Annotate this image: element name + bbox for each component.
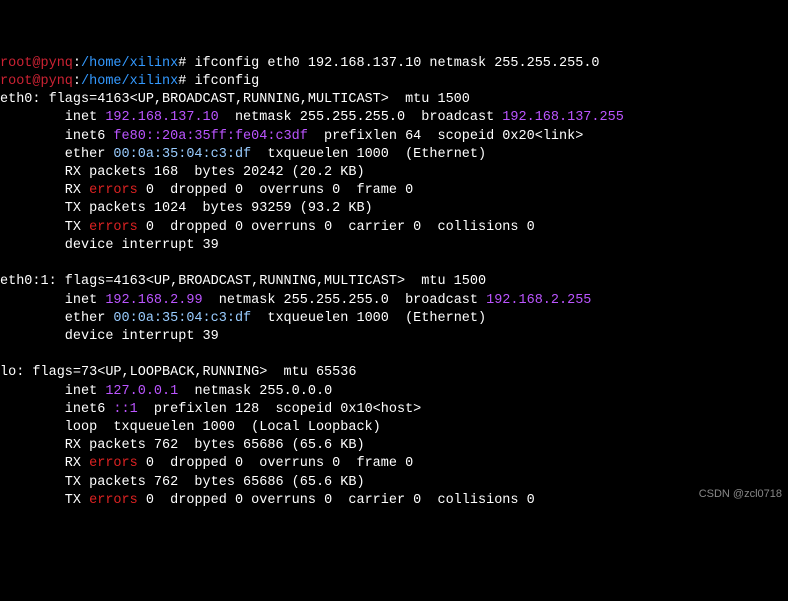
prompt-user: root@pynq <box>0 56 73 71</box>
rx-err-pre: RX <box>0 456 89 471</box>
prompt-hash: # <box>178 74 194 89</box>
tx-err-pre: TX <box>0 220 89 235</box>
rx-err-post: 0 dropped 0 overruns 0 frame 0 <box>138 456 413 471</box>
tx-packets: TX packets 762 bytes 65686 (65.6 KB) <box>0 475 365 490</box>
inet6-label: inet6 <box>0 402 113 417</box>
iface-flags: : flags=4163<UP,BROADCAST,RUNNING,MULTIC… <box>32 92 469 107</box>
ether-suffix: txqueuelen 1000 (Ethernet) <box>251 147 486 162</box>
inet-label: inet <box>0 110 105 125</box>
prompt-path: /home/xilinx <box>81 56 178 71</box>
netmask-text: netmask 255.0.0.0 <box>178 384 332 399</box>
inet-addr: 127.0.0.1 <box>105 384 178 399</box>
prompt-user: root@pynq <box>0 74 73 89</box>
iface-name: eth0:1 <box>0 274 49 289</box>
command-text: ifconfig eth0 192.168.137.10 netmask 255… <box>194 56 599 71</box>
tx-packets: TX packets 1024 bytes 93259 (93.2 KB) <box>0 201 373 216</box>
tx-err-post: 0 dropped 0 overruns 0 carrier 0 collisi… <box>138 220 535 235</box>
prompt-path: /home/xilinx <box>81 74 178 89</box>
prompt-colon: : <box>73 74 81 89</box>
ether-label: ether <box>0 147 113 162</box>
inet6-addr: fe80::20a:35ff:fe04:c3df <box>113 129 307 144</box>
inet6-suffix: prefixlen 64 scopeid 0x20<link> <box>308 129 583 144</box>
errors-word: errors <box>89 220 138 235</box>
errors-word: errors <box>89 183 138 198</box>
errors-word: errors <box>89 456 138 471</box>
inet-addr: 192.168.137.10 <box>105 110 218 125</box>
rx-err-pre: RX <box>0 183 89 198</box>
inet6-suffix: prefixlen 128 scopeid 0x10<host> <box>138 402 422 417</box>
loop-line: loop txqueuelen 1000 (Local Loopback) <box>0 420 381 435</box>
device-interrupt: device interrupt 39 <box>0 329 235 344</box>
rx-packets: RX packets 762 bytes 65686 (65.6 KB) <box>0 438 365 453</box>
terminal-output: root@pynq:/home/xilinx# ifconfig eth0 19… <box>0 55 788 510</box>
broadcast-addr: 192.168.2.255 <box>486 293 591 308</box>
command-text: ifconfig <box>194 74 259 89</box>
prompt-hash: # <box>178 56 194 71</box>
iface-name: lo <box>0 365 16 380</box>
broadcast-addr: 192.168.137.255 <box>502 110 624 125</box>
prompt-colon: : <box>73 56 81 71</box>
iface-flags: : flags=73<UP,LOOPBACK,RUNNING> mtu 6553… <box>16 365 356 380</box>
watermark: CSDN @zcl0718 <box>699 487 782 502</box>
ether-suffix: txqueuelen 1000 (Ethernet) <box>251 311 486 326</box>
rx-packets: RX packets 168 bytes 20242 (20.2 KB) <box>0 165 365 180</box>
netmask-text: netmask 255.255.255.0 broadcast <box>219 110 503 125</box>
inet-label: inet <box>0 384 105 399</box>
device-interrupt: device interrupt 39 <box>0 238 235 253</box>
rx-err-post: 0 dropped 0 overruns 0 frame 0 <box>138 183 413 198</box>
iface-name: eth0 <box>0 92 32 107</box>
inet6-label: inet6 <box>0 129 113 144</box>
inet6-addr: ::1 <box>113 402 137 417</box>
netmask-text: netmask 255.255.255.0 broadcast <box>203 293 487 308</box>
inet-label: inet <box>0 293 105 308</box>
ether-label: ether <box>0 311 113 326</box>
inet-addr: 192.168.2.99 <box>105 293 202 308</box>
mac-addr: 00:0a:35:04:c3:df <box>113 147 251 162</box>
iface-flags: : flags=4163<UP,BROADCAST,RUNNING,MULTIC… <box>49 274 486 289</box>
mac-addr: 00:0a:35:04:c3:df <box>113 311 251 326</box>
